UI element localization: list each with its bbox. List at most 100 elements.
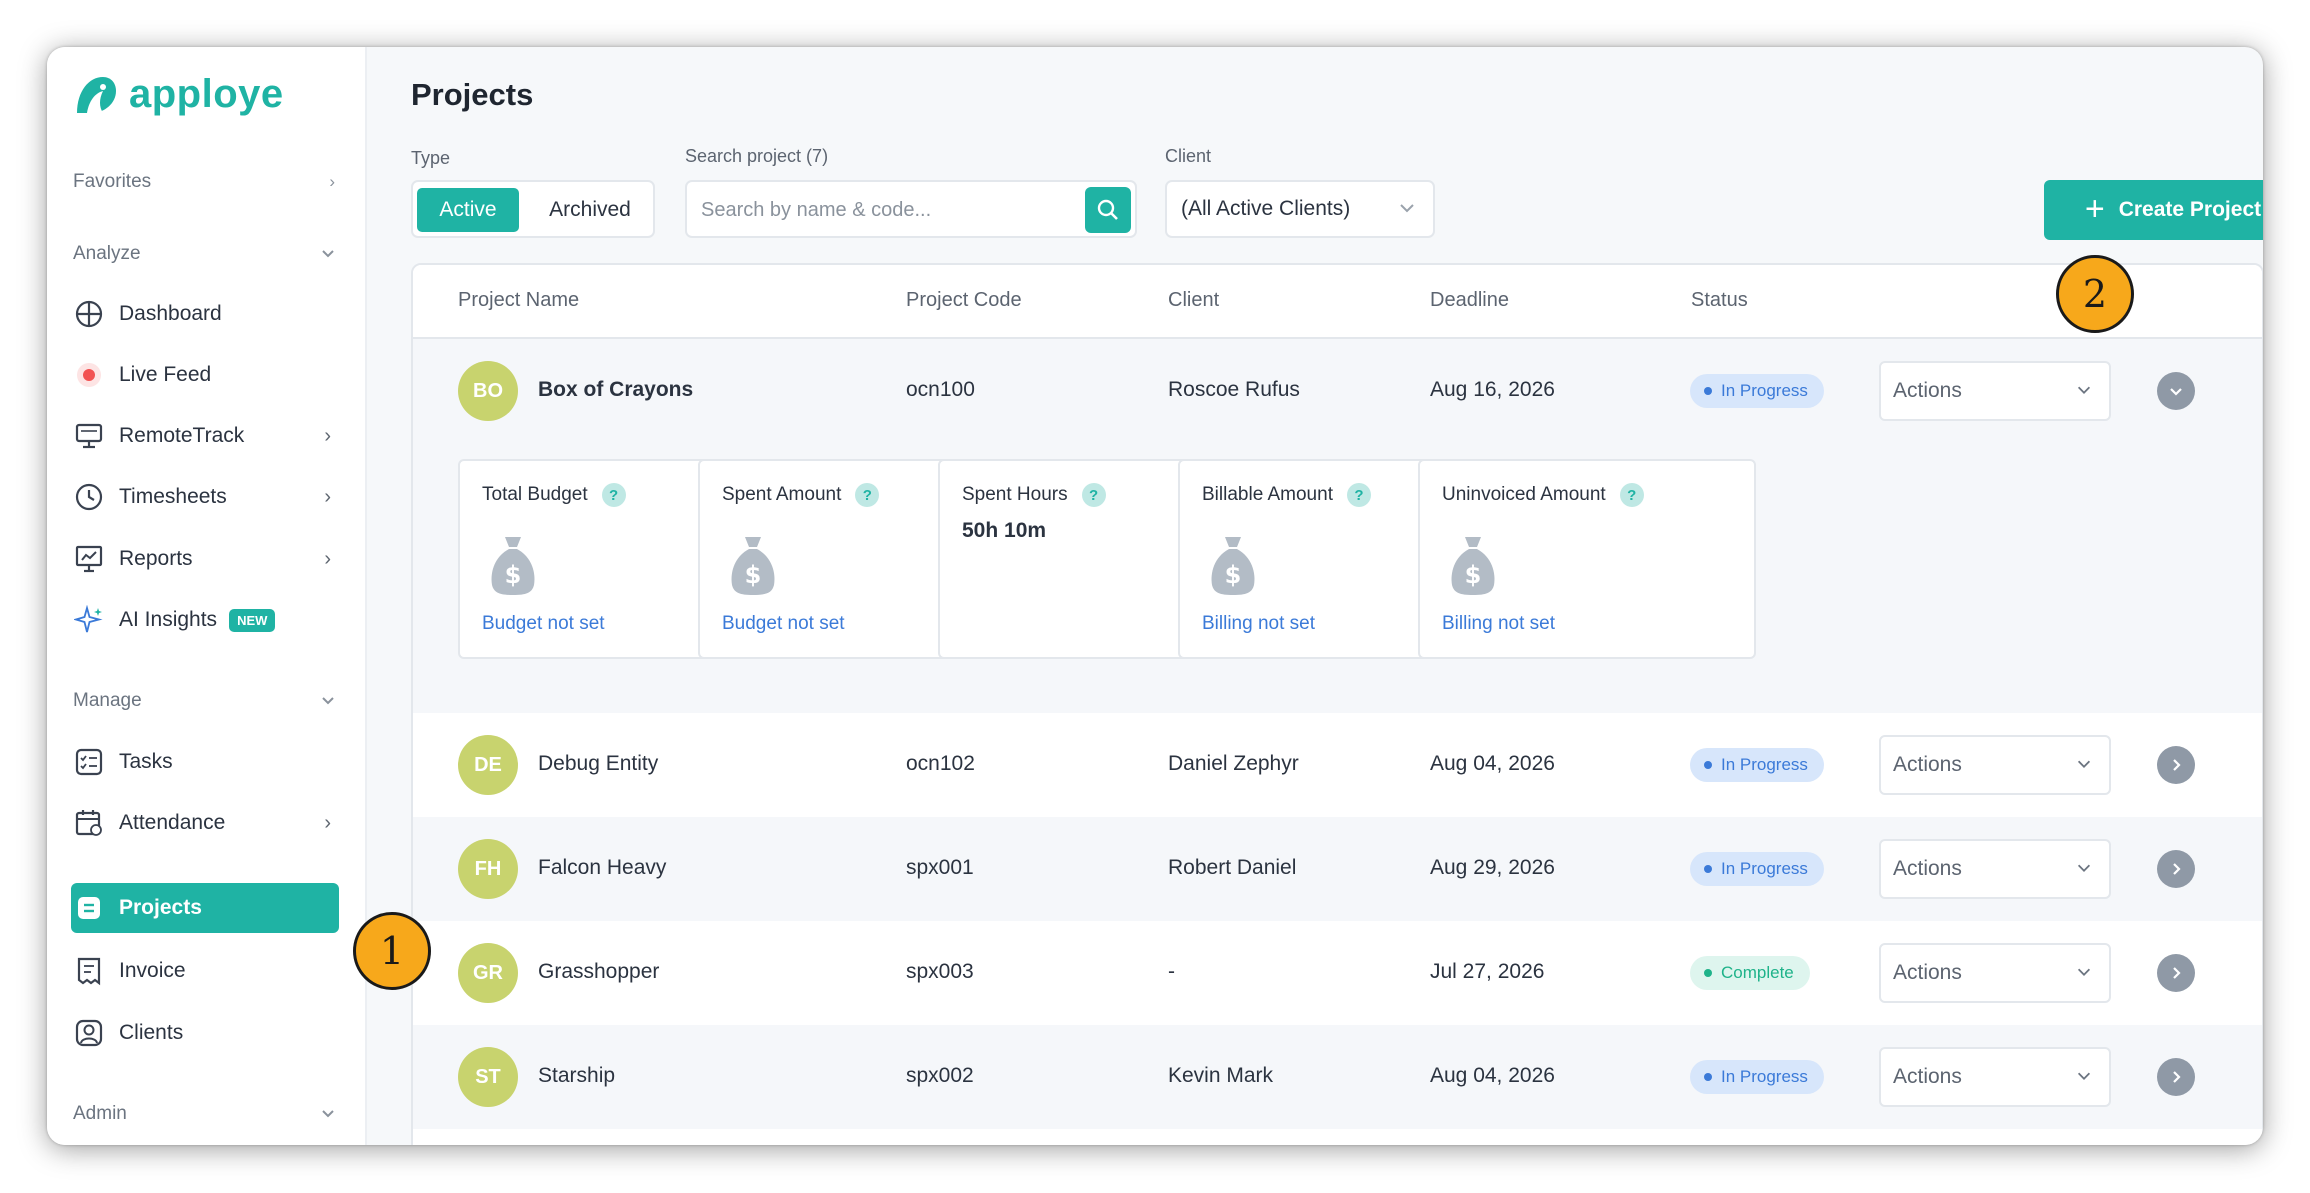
project-deadline: Aug 29, 2026 [1430, 856, 1555, 879]
status-badge: In Progress [1690, 852, 1824, 886]
header-client[interactable]: Client [1168, 289, 1219, 312]
project-deadline: Aug 16, 2026 [1430, 378, 1555, 401]
actions-dropdown[interactable]: Actions [1879, 943, 2111, 1003]
help-icon[interactable]: ? [855, 483, 880, 507]
budget-not-set-link[interactable]: Budget not set [722, 613, 845, 635]
uninvoiced-amount-card: Uninvoiced Amount? $ Billing not set [1418, 459, 1756, 659]
create-project-button[interactable]: + Create Project [2044, 180, 2263, 240]
collapse-row-button[interactable] [2157, 372, 2195, 410]
favorites-section[interactable]: Favorites › [73, 171, 335, 193]
analyze-label: Analyze [73, 243, 141, 264]
expand-row-button[interactable] [2157, 1058, 2195, 1096]
status-label: In Progress [1721, 859, 1808, 878]
chevron-down-icon [2077, 864, 2091, 872]
table-row[interactable]: DE Debug Entity ocn102 Daniel Zephyr Aug… [413, 713, 2262, 817]
help-icon[interactable]: ? [601, 483, 626, 507]
billing-not-set-link[interactable]: Billing not set [1202, 613, 1315, 635]
sidebar-item-label: Clients [119, 1021, 184, 1044]
help-icon[interactable]: ? [1081, 483, 1106, 507]
status-badge: In Progress [1690, 374, 1824, 408]
sidebar-item-label: RemoteTrack [119, 424, 245, 447]
status-badge: In Progress [1690, 1060, 1824, 1094]
status-label: In Progress [1721, 381, 1808, 400]
search-button[interactable] [1085, 187, 1131, 233]
sidebar-item-projects[interactable]: Projects [71, 883, 339, 933]
sidebar-item-attendance[interactable]: Attendance › [73, 798, 335, 848]
sidebar-item-tasks[interactable]: Tasks [73, 737, 335, 787]
type-active-button[interactable]: Active [417, 188, 519, 232]
card-title-text: Uninvoiced Amount [1442, 484, 1606, 505]
clients-icon [73, 1017, 105, 1049]
card-title: Spent Hours? [962, 483, 1106, 507]
sidebar-item-dashboard[interactable]: Dashboard [73, 289, 335, 339]
expand-row-button[interactable] [2157, 746, 2195, 784]
header-deadline[interactable]: Deadline [1430, 289, 1509, 312]
sidebar-item-remotetrack[interactable]: RemoteTrack › [73, 411, 335, 461]
budget-not-set-link[interactable]: Budget not set [482, 613, 605, 635]
header-project-code[interactable]: Project Code [906, 289, 1022, 312]
sidebar-item-label: Timesheets [119, 485, 227, 508]
sidebar-item-label: Live Feed [119, 363, 212, 386]
project-code: ocn102 [906, 752, 975, 775]
sidebar-item-reports[interactable]: Reports › [73, 534, 335, 584]
header-project-name[interactable]: Project Name [458, 289, 579, 312]
actions-dropdown[interactable]: Actions [1879, 1047, 2111, 1107]
sidebar-item-live-feed[interactable]: Live Feed [73, 350, 335, 400]
sidebar-item-invoice[interactable]: Invoice [73, 946, 335, 996]
analyze-section[interactable]: Analyze [73, 243, 335, 265]
status-label: Complete [1721, 963, 1794, 982]
project-name[interactable]: Starship [538, 1064, 615, 1088]
header-status[interactable]: Status [1691, 289, 1748, 312]
expand-row-button[interactable] [2157, 954, 2195, 992]
help-icon[interactable]: ? [1619, 483, 1644, 507]
client-select[interactable]: (All Active Clients) [1165, 180, 1435, 238]
money-bag-icon: $ [491, 537, 535, 595]
type-archived-button[interactable]: Archived [531, 188, 649, 232]
card-title: Spent Amount? [722, 483, 880, 507]
sidebar-item-timesheets[interactable]: Timesheets › [73, 472, 335, 522]
actions-dropdown[interactable]: Actions [1879, 735, 2111, 795]
project-code: ocn100 [906, 378, 975, 401]
favorites-label: Favorites [73, 171, 152, 192]
app-logo[interactable]: apploye [73, 72, 284, 117]
sidebar-item-label: Attendance [119, 811, 226, 834]
sidebar-item-ai-insights[interactable]: AI Insights NEW [73, 595, 335, 645]
chevron-right-icon: › [324, 485, 331, 508]
dashboard-icon [73, 298, 105, 330]
table-row[interactable]: GR Grasshopper spx003 - Jul 27, 2026 Com… [413, 921, 2262, 1025]
avatar: GR [458, 943, 518, 1003]
card-title-text: Spent Amount [722, 484, 842, 505]
help-icon[interactable]: ? [1346, 483, 1371, 507]
project-client: Robert Daniel [1168, 856, 1297, 879]
status-dot-icon [1704, 761, 1712, 769]
project-name[interactable]: Falcon Heavy [538, 856, 666, 880]
project-deadline: Aug 04, 2026 [1430, 1064, 1555, 1087]
manage-label: Manage [73, 690, 142, 711]
main-content: Projects Type Active Archived Search pro… [367, 47, 2263, 1145]
search-input[interactable] [701, 190, 1081, 230]
chevron-down-icon [2077, 968, 2091, 976]
chevron-right-icon: › [329, 172, 335, 191]
actions-dropdown[interactable]: Actions [1879, 839, 2111, 899]
sidebar-item-clients[interactable]: Clients [73, 1008, 335, 1058]
status-label: In Progress [1721, 755, 1808, 774]
table-row[interactable]: ST Starship spx002 Kevin Mark Aug 04, 20… [413, 1025, 2262, 1129]
app-name: apploye [129, 72, 284, 116]
manage-section[interactable]: Manage [73, 690, 335, 712]
project-code: spx003 [906, 960, 974, 983]
project-name[interactable]: Debug Entity [538, 752, 658, 776]
chevron-right-icon [2173, 759, 2181, 771]
billing-not-set-link[interactable]: Billing not set [1442, 613, 1555, 635]
project-name[interactable]: Grasshopper [538, 960, 659, 984]
card-title-text: Billable Amount [1202, 484, 1333, 505]
table-row[interactable]: FH Falcon Heavy spx001 Robert Daniel Aug… [413, 817, 2262, 921]
apploye-logo-icon [77, 76, 116, 113]
project-name[interactable]: Box of Crayons [538, 378, 693, 402]
avatar: ST [458, 1047, 518, 1107]
table-row[interactable]: BO Box of Crayons ocn100 Roscoe Rufus Au… [413, 339, 2262, 713]
new-badge: NEW [229, 608, 276, 632]
actions-label: Actions [1893, 961, 1962, 984]
expand-row-button[interactable] [2157, 850, 2195, 888]
actions-dropdown[interactable]: Actions [1879, 361, 2111, 421]
admin-section[interactable]: Admin [73, 1103, 335, 1125]
